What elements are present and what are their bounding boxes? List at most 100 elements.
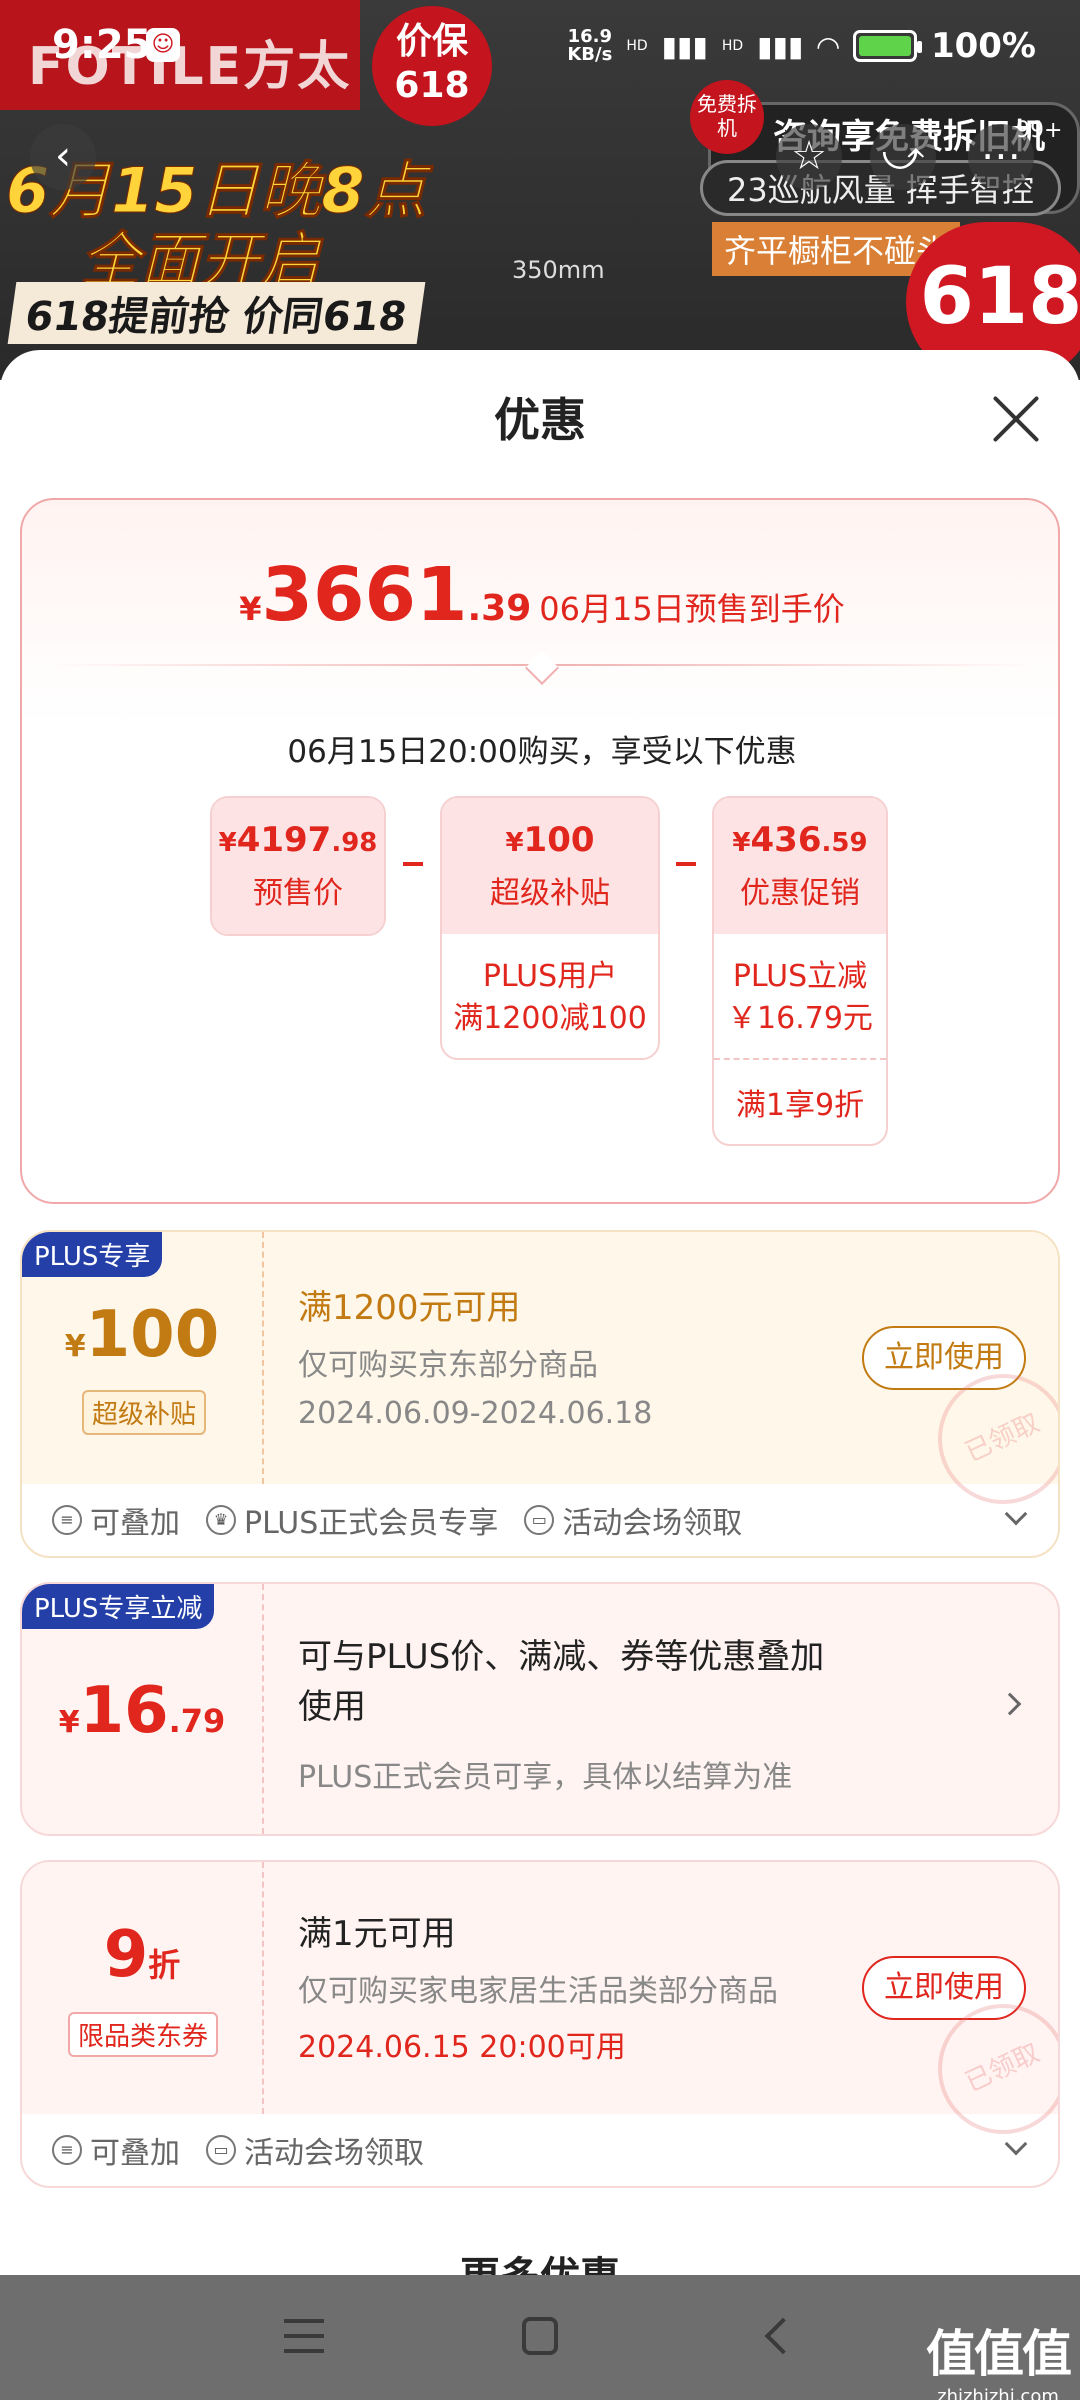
coupon-date: 2024.06.09-2024.06.18 [298,1396,653,1431]
battery-level [858,36,911,56]
plus-member-label: PLUS正式会员专享 [244,1506,499,1541]
coupon-badge: 限品类东券 [68,2012,219,2057]
coupon-footer: ≡ 可叠加 ♛ PLUS正式会员专享 ▭ 活动会场领取 [22,1484,1058,1556]
stackable-item: ≡ 可叠加 [52,1498,180,1542]
plus-exclusive-tag: PLUS专享 [22,1232,163,1277]
watermark-sub: zhizhizhi.com [937,2386,1059,2400]
coupon-amount-value: 9 [103,1918,149,1992]
coupon-title: 满1200元可用 [298,1288,521,1328]
plus-instant-tag: PLUS专享立减 [22,1584,215,1629]
network-speed-unit: KB/s [567,44,613,65]
watermark: 值值值 zhizhizhi.com [926,2314,1072,2400]
system-back-icon[interactable] [764,2317,802,2355]
battery-icon [852,30,922,62]
crown-icon: ♛ [206,1505,236,1535]
promo-detail: PLUS立减 ￥16.79元 [714,934,886,1058]
coupon-plus-subsidy: PLUS专享 ¥100 超级补贴 满1200元可用 仅可购买京东部分商品 202… [20,1230,1060,1558]
home-icon[interactable] [522,2317,558,2355]
subsidy-detail-line-2: 满1200减100 [453,1001,647,1036]
stackable-item: ≡ 可叠加 [52,2128,180,2172]
signal-hd-label-1: HD [626,38,648,54]
promo-head: ¥436.59 优惠促销 [714,798,886,934]
status-time: 9:25 [52,22,152,68]
coupon-plus-discount[interactable]: PLUS专享立减 ¥16.79 可与PLUS价、满减、券等优惠叠加 使用 PLU… [20,1582,1060,1836]
coupon-desc: 仅可购买家电家居生活品类部分商品 [298,1974,778,2009]
signal-icon-1: ▮▮▮ [661,29,708,63]
close-icon[interactable] [986,390,1046,450]
coupon-footer: ≡ 可叠加 ▭ 活动会场领取 [22,2114,1058,2186]
final-price-dec: .39 [467,588,532,629]
stackable-label: 可叠加 [90,2136,180,2171]
coupon-amount: ¥16.79 [22,1674,262,1748]
coupon-amount-unit: 折 [148,1946,181,1984]
presale-head: ¥4197.98 预售价 [212,798,384,934]
presale-dec: .98 [331,828,378,858]
ticket-icon: ▭ [206,2135,236,2165]
recent-apps-icon[interactable] [284,2319,324,2353]
plus-member-item: ♛ PLUS正式会员专享 [206,1498,498,1542]
venue-claim-item: ▭ 活动会场领取 [206,2128,424,2172]
summary-divider-caret [525,651,559,685]
wifi-icon: ◠ [817,29,839,63]
buy-note: 06月15日20:00购买，享受以下优惠 [287,734,797,770]
app-notification-icon: ☺ [146,28,180,62]
minus-sign [403,862,423,866]
subsidy-detail-line-1: PLUS用户 [482,959,618,994]
final-price-desc: 06月15日预售到手价 [539,590,845,628]
coupon-title: 可与PLUS价、满减、券等优惠叠加 使用 [298,1632,824,1732]
chevron-down-icon[interactable] [1004,1502,1028,1526]
coupon-desc: PLUS正式会员可享，具体以结算为准 [298,1760,793,1795]
promo-sub: 618提前抢 价同618 [7,282,426,344]
coupon-badge: 超级补贴 [82,1390,207,1435]
subsidy-currency: ¥ [505,828,524,858]
coupon-currency: ¥ [64,1329,86,1364]
star-icon[interactable]: ☆ [776,124,842,190]
coupon-amount: ¥100 [22,1298,262,1372]
status-bar: 9:25 ☺ 16.9 KB/s HD ▮▮▮ HD ▮▮▮ ◠ 100% [0,0,1080,100]
promo-currency: ¥ [732,828,751,858]
subsidy-amount: ¥100 [442,798,658,860]
more-count-badge: 99+ [1016,118,1063,143]
stack-icon: ≡ [52,2135,82,2165]
signal-icon-2: ▮▮▮ [757,29,804,63]
coupon-amount-dec: .79 [168,1702,226,1740]
coupon-amount-value: 100 [85,1298,220,1372]
chevron-right-icon[interactable] [998,1692,1022,1716]
subsidy-detail: PLUS用户 满1200减100 [442,934,658,1058]
signal-hd-label-2: HD [721,38,744,54]
coupon-main: PLUS专享 ¥100 超级补贴 满1200元可用 仅可购买京东部分商品 202… [22,1232,1058,1526]
network-speed: 16.9 KB/s [567,28,612,64]
size-label: 350mm [512,256,605,284]
coupon-desc: 仅可购买京东部分商品 [298,1348,598,1383]
venue-claim-item: ▭ 活动会场领取 [524,1498,742,1542]
status-indicators: 16.9 KB/s HD ▮▮▮ HD ▮▮▮ ◠ 100% [567,26,1036,66]
sheet-title: 优惠 [494,393,586,447]
ticket-icon: ▭ [524,1505,555,1535]
promo-label: 优惠促销 [740,876,860,911]
chevron-down-icon[interactable] [1004,2132,1028,2156]
promo-detail-line-2: ￥16.79元 [727,1001,873,1036]
back-icon[interactable]: ‹ [30,124,96,190]
presale-price-card: ¥4197.98 预售价 [210,796,386,936]
promo-dec: .59 [821,828,868,858]
promo-detail-2: 满1享9折 [714,1058,886,1144]
stack-icon: ≡ [52,1505,82,1535]
coupon-main: 9折 限品类东券 满1元可用 仅可购买家电家居生活品类部分商品 2024.06.… [22,1862,1058,2156]
coupon-category-discount: 9折 限品类东券 满1元可用 仅可购买家电家居生活品类部分商品 2024.06.… [20,1860,1060,2188]
battery-percent: 100% [930,26,1036,66]
venue-claim-label: 活动会场领取 [562,1506,743,1541]
promo-detail-line-1: PLUS立减 [732,959,868,994]
coupon-value-panel: PLUS专享立减 ¥16.79 [22,1584,264,1834]
coupon-amount: 9折 [22,1918,262,1992]
share-icon[interactable]: ⤻ [870,124,936,190]
final-price-currency: ¥ [239,590,262,628]
stackable-label: 可叠加 [90,1506,180,1541]
presale-amount: ¥4197.98 [212,798,384,860]
presale-int: 4197 [236,820,332,860]
coupon-amount-value: 16 [79,1674,169,1748]
final-price: ¥3661.39 06月15日预售到手价 [22,552,1062,638]
subsidy-head: ¥100 超级补贴 [442,798,658,934]
minus-sign [676,862,696,866]
discount-sheet: 优惠 ¥3661.39 06月15日预售到手价 06月15日20:00购买，享受以… [0,350,1080,2275]
coupon-main: PLUS专享立减 ¥16.79 可与PLUS价、满减、券等优惠叠加 使用 PLU… [22,1584,1058,1834]
